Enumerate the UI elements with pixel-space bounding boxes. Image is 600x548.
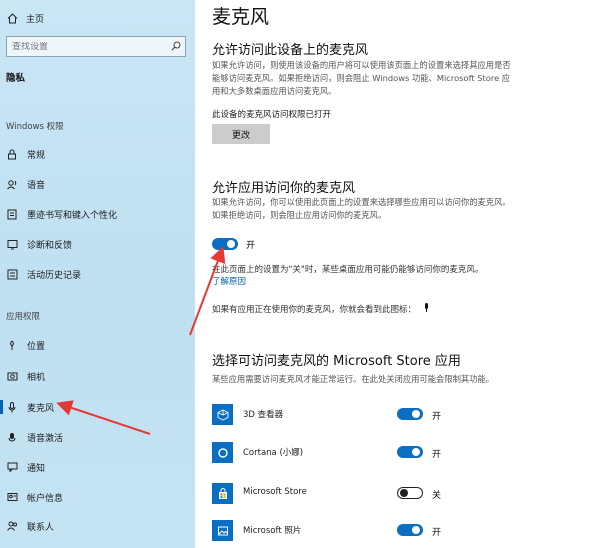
microphone-settings-page: 麦克风 允许访问此设备上的麦克风 如果允许访问，则使用该设备的用户将可以使用该页… bbox=[195, 0, 600, 548]
cube-icon bbox=[212, 404, 233, 425]
sidebar-item-label: 诊断和反馈 bbox=[27, 240, 73, 251]
device-access-description: 如果允许访问，则使用该设备的用户将可以使用该页面上的设置来选择其应用是否能够访问… bbox=[212, 60, 511, 96]
sidebar-item-label: 帐户信息 bbox=[27, 493, 64, 504]
diagnostics-icon bbox=[6, 238, 18, 250]
sidebar-item-label: 常规 bbox=[27, 150, 46, 161]
sidebar-item-activity[interactable]: 活动历史记录 bbox=[0, 264, 195, 284]
notification-icon bbox=[6, 461, 18, 473]
toggle-knob bbox=[412, 448, 420, 456]
location-icon bbox=[6, 339, 18, 351]
toggle-knob bbox=[227, 240, 235, 248]
sidebar-item-label: 通知 bbox=[27, 463, 46, 474]
app-row-microsoft-store: Microsoft Store 关 bbox=[212, 483, 592, 511]
photos-icon bbox=[212, 520, 233, 541]
pen-icon bbox=[6, 208, 18, 220]
sidebar-section-windows: Windows 权限 bbox=[6, 122, 64, 132]
sidebar-item-microphone[interactable]: 麦克风 bbox=[0, 397, 195, 417]
sidebar-item-label: 墨迹书写和键入个性化 bbox=[27, 210, 118, 221]
app-toggle-state: 关 bbox=[432, 491, 442, 501]
sidebar-item-general[interactable]: 常规 bbox=[0, 144, 195, 164]
sidebar-section-apps: 应用权限 bbox=[6, 312, 41, 322]
learn-why-link[interactable]: 了解原因 bbox=[212, 275, 246, 287]
desktop-apps-note: 在此页面上的设置为"关"时，某些桌面应用可能仍能够访问你的麦克风。 bbox=[212, 265, 484, 275]
sidebar-item-label: 相机 bbox=[27, 372, 46, 383]
sidebar-item-account-info[interactable]: 帐户信息 bbox=[0, 487, 195, 507]
page-title: 麦克风 bbox=[212, 6, 270, 28]
search-input[interactable] bbox=[7, 41, 167, 52]
contacts-icon bbox=[6, 520, 18, 532]
history-icon bbox=[6, 268, 18, 280]
app-name: 3D 查看器 bbox=[243, 410, 284, 420]
toggle-knob bbox=[412, 526, 420, 534]
app-row-cortana: Cortana (小娜) 开 bbox=[212, 442, 592, 470]
in-use-note-text: 如果有应用正在使用你的麦克风，你就会看到此图标： bbox=[212, 305, 417, 315]
sidebar-item-label: 联系人 bbox=[27, 522, 55, 533]
microphone-in-use-icon bbox=[423, 303, 430, 316]
sidebar-item-voice-activation[interactable]: 语音激活 bbox=[0, 427, 195, 447]
app-name: Microsoft Store bbox=[243, 487, 307, 497]
sidebar-section-privacy: 隐私 bbox=[6, 73, 26, 84]
cortana-icon bbox=[212, 442, 233, 463]
store-apps-heading: 选择可访问麦克风的 Microsoft Store 应用 bbox=[212, 354, 461, 369]
account-icon bbox=[6, 491, 18, 503]
app-row-microsoft-photos: Microsoft 照片 开 bbox=[212, 520, 592, 548]
sidebar-item-diagnostics[interactable]: 诊断和反馈 bbox=[0, 234, 195, 254]
sidebar-item-speech[interactable]: 语音 bbox=[0, 174, 195, 194]
search-icon[interactable] bbox=[171, 41, 181, 54]
toggle-knob bbox=[400, 489, 408, 497]
settings-sidebar: 主页 隐私 Windows 权限 常规 语音 墨迹书写和键入个性化 诊断和反馈 bbox=[0, 0, 195, 548]
settings-search-box[interactable] bbox=[6, 36, 186, 57]
sidebar-item-label: 麦克风 bbox=[27, 403, 55, 414]
app-toggle-state: 开 bbox=[432, 412, 442, 422]
app-access-toggle[interactable] bbox=[212, 238, 238, 250]
sidebar-item-camera[interactable]: 相机 bbox=[0, 366, 195, 386]
in-use-note: 如果有应用正在使用你的麦克风，你就会看到此图标： bbox=[212, 303, 430, 316]
change-button[interactable]: 更改 bbox=[212, 124, 270, 144]
device-access-heading: 允许访问此设备上的麦克风 bbox=[212, 43, 369, 58]
app-toggle-microsoft-photos[interactable] bbox=[397, 524, 423, 536]
toggle-knob bbox=[412, 410, 420, 418]
app-toggle-microsoft-store[interactable] bbox=[397, 487, 423, 499]
active-indicator bbox=[0, 400, 3, 414]
app-toggle-state: 开 bbox=[432, 450, 442, 460]
app-access-toggle-label: 开 bbox=[246, 241, 256, 251]
lock-icon bbox=[6, 148, 18, 160]
sidebar-item-label: 语音 bbox=[27, 180, 46, 191]
app-name: Cortana (小娜) bbox=[243, 448, 304, 458]
sidebar-item-label: 语音激活 bbox=[27, 433, 64, 444]
app-name: Microsoft 照片 bbox=[243, 526, 302, 536]
sidebar-home-label: 主页 bbox=[26, 14, 45, 25]
sidebar-item-inking[interactable]: 墨迹书写和键入个性化 bbox=[0, 204, 195, 224]
sidebar-item-home[interactable]: 主页 bbox=[0, 8, 195, 28]
app-toggle-state: 开 bbox=[432, 528, 442, 538]
voice-activation-icon bbox=[6, 431, 18, 443]
home-icon bbox=[6, 12, 18, 24]
sidebar-item-location[interactable]: 位置 bbox=[0, 335, 195, 355]
store-apps-description: 某些应用需要访问麦克风才能正常运行。在此处关闭应用可能会限制其功能。 bbox=[212, 374, 495, 384]
device-access-status: 此设备的麦克风访问权限已打开 bbox=[212, 110, 332, 120]
camera-icon bbox=[6, 370, 18, 382]
sidebar-item-notifications[interactable]: 通知 bbox=[0, 457, 195, 477]
microphone-icon bbox=[6, 401, 18, 413]
app-row-3d-viewer: 3D 查看器 开 bbox=[212, 404, 592, 432]
app-toggle-3d-viewer[interactable] bbox=[397, 408, 423, 420]
app-access-description: 如果允许访问，你可以使用此页面上的设置来选择哪些应用可以访问你的麦克风。如果拒绝… bbox=[212, 197, 511, 220]
speech-icon bbox=[6, 178, 18, 190]
sidebar-item-contacts[interactable]: 联系人 bbox=[0, 516, 195, 536]
app-toggle-cortana[interactable] bbox=[397, 446, 423, 458]
sidebar-item-label: 位置 bbox=[27, 341, 46, 352]
app-access-heading: 允许应用访问你的麦克风 bbox=[212, 181, 356, 196]
sidebar-item-label: 活动历史记录 bbox=[27, 270, 82, 281]
store-icon bbox=[212, 483, 233, 504]
